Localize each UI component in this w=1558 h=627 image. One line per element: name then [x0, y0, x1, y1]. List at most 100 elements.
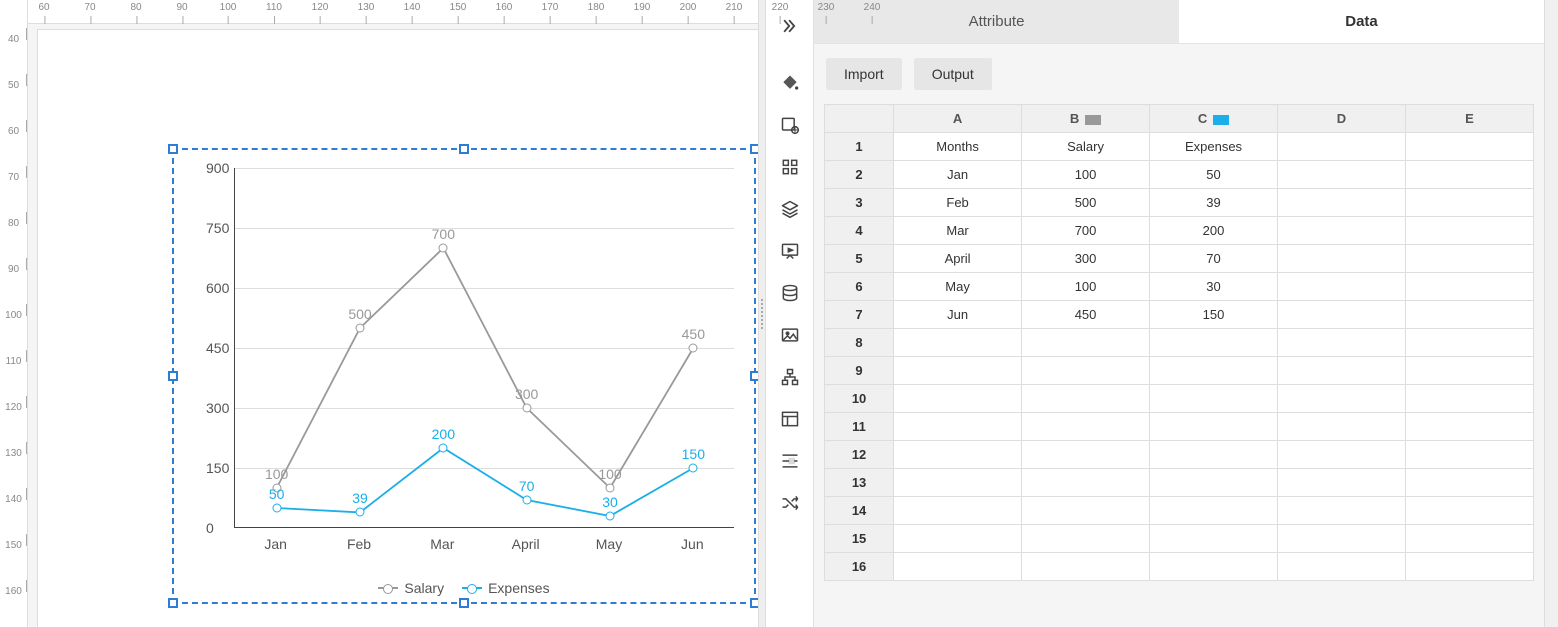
sheet-cell[interactable]: Months	[894, 133, 1022, 161]
presentation-icon[interactable]	[770, 231, 810, 271]
sheet-cell[interactable]	[1405, 133, 1533, 161]
sheet-cell[interactable]	[1405, 189, 1533, 217]
panel-icon[interactable]	[770, 399, 810, 439]
design-canvas[interactable]: 10050070030010045050392007030150 Salary …	[28, 24, 758, 627]
sheet-cell[interactable]	[1405, 441, 1533, 469]
sheet-cell[interactable]	[1150, 357, 1278, 385]
sheet-cell[interactable]	[1022, 525, 1150, 553]
layers-icon[interactable]	[770, 189, 810, 229]
sheet-row-header[interactable]: 1	[825, 133, 894, 161]
sheet-cell[interactable]: April	[894, 245, 1022, 273]
sheet-cell[interactable]: 200	[1150, 217, 1278, 245]
sheet-cell[interactable]	[1278, 273, 1406, 301]
sheet-cell[interactable]	[894, 525, 1022, 553]
sheet-cell[interactable]	[1278, 133, 1406, 161]
sheet-cell[interactable]	[1405, 329, 1533, 357]
sheet-col-header[interactable]: B	[1022, 105, 1150, 133]
sheet-cell[interactable]: Feb	[894, 189, 1022, 217]
sheet-row-header[interactable]: 16	[825, 553, 894, 581]
sheet-cell[interactable]	[1150, 553, 1278, 581]
sheet-row-header[interactable]: 10	[825, 385, 894, 413]
sheet-cell[interactable]	[894, 357, 1022, 385]
sheet-cell[interactable]	[1150, 329, 1278, 357]
sheet-cell[interactable]	[1022, 413, 1150, 441]
sheet-cell[interactable]	[1022, 329, 1150, 357]
sheet-cell[interactable]	[1405, 301, 1533, 329]
sheet-cell[interactable]: 700	[1022, 217, 1150, 245]
sheet-cell[interactable]: Expenses	[1150, 133, 1278, 161]
grid-icon[interactable]	[770, 147, 810, 187]
sheet-cell[interactable]: 450	[1022, 301, 1150, 329]
spreadsheet-wrap[interactable]: ABCDE1MonthsSalaryExpenses2Jan100503Feb5…	[814, 104, 1544, 627]
database-icon[interactable]	[770, 273, 810, 313]
sheet-cell[interactable]	[1150, 525, 1278, 553]
sheet-cell[interactable]: 300	[1022, 245, 1150, 273]
sheet-cell[interactable]	[1405, 385, 1533, 413]
sheet-cell[interactable]	[1405, 245, 1533, 273]
sheet-cell[interactable]	[1278, 469, 1406, 497]
sheet-row-header[interactable]: 11	[825, 413, 894, 441]
sheet-row-header[interactable]: 7	[825, 301, 894, 329]
sheet-cell[interactable]	[894, 441, 1022, 469]
fill-icon[interactable]	[770, 63, 810, 103]
sheet-cell[interactable]	[1405, 161, 1533, 189]
sheet-cell[interactable]	[1405, 273, 1533, 301]
sheet-row-header[interactable]: 6	[825, 273, 894, 301]
sheet-row-header[interactable]: 8	[825, 329, 894, 357]
sheet-col-header[interactable]: C	[1150, 105, 1278, 133]
sheet-cell[interactable]	[1278, 357, 1406, 385]
sheet-cell[interactable]	[1405, 553, 1533, 581]
sheet-cell[interactable]	[894, 497, 1022, 525]
sheet-cell[interactable]	[1278, 217, 1406, 245]
spreadsheet[interactable]: ABCDE1MonthsSalaryExpenses2Jan100503Feb5…	[824, 104, 1534, 581]
sheet-cell[interactable]	[1278, 189, 1406, 217]
sheet-cell[interactable]	[894, 553, 1022, 581]
sheet-cell[interactable]	[1278, 329, 1406, 357]
sheet-row-header[interactable]: 5	[825, 245, 894, 273]
sheet-cell[interactable]	[1278, 525, 1406, 553]
component-settings-icon[interactable]	[770, 105, 810, 145]
sheet-cell[interactable]	[1150, 385, 1278, 413]
sheet-cell[interactable]	[1150, 469, 1278, 497]
sheet-cell[interactable]	[1278, 497, 1406, 525]
output-button[interactable]: Output	[914, 58, 992, 90]
tab-data[interactable]: Data	[1179, 0, 1544, 43]
sheet-cell[interactable]	[1278, 413, 1406, 441]
sheet-cell[interactable]	[894, 329, 1022, 357]
import-button[interactable]: Import	[826, 58, 902, 90]
sheet-cell[interactable]	[894, 413, 1022, 441]
sheet-cell[interactable]: Salary	[1022, 133, 1150, 161]
sheet-cell[interactable]: 100	[1022, 273, 1150, 301]
sheet-cell[interactable]: Jan	[894, 161, 1022, 189]
sheet-cell[interactable]	[1278, 441, 1406, 469]
sheet-cell[interactable]	[1150, 497, 1278, 525]
sheet-cell[interactable]	[1405, 413, 1533, 441]
sheet-cell[interactable]	[1022, 357, 1150, 385]
sheet-cell[interactable]	[1022, 497, 1150, 525]
chart-selection-box[interactable]: 10050070030010045050392007030150 Salary …	[172, 148, 756, 604]
sheet-cell[interactable]	[1278, 385, 1406, 413]
sheet-cell[interactable]	[894, 385, 1022, 413]
sheet-cell[interactable]	[1022, 469, 1150, 497]
sheet-cell[interactable]: Jun	[894, 301, 1022, 329]
sitemap-icon[interactable]	[770, 357, 810, 397]
sheet-row-header[interactable]: 3	[825, 189, 894, 217]
sheet-cell[interactable]	[1150, 441, 1278, 469]
sheet-col-header[interactable]: E	[1405, 105, 1533, 133]
sheet-cell[interactable]	[1405, 469, 1533, 497]
sheet-row-header[interactable]: 13	[825, 469, 894, 497]
align-icon[interactable]	[770, 441, 810, 481]
sheet-cell[interactable]	[1405, 357, 1533, 385]
sheet-cell[interactable]	[1150, 413, 1278, 441]
sheet-cell[interactable]	[1405, 525, 1533, 553]
image-icon[interactable]	[770, 315, 810, 355]
splitter[interactable]	[758, 0, 766, 627]
sheet-row-header[interactable]: 9	[825, 357, 894, 385]
sheet-cell[interactable]: 39	[1150, 189, 1278, 217]
sheet-row-header[interactable]: 12	[825, 441, 894, 469]
vertical-scrollbar[interactable]	[1544, 0, 1558, 627]
sheet-row-header[interactable]: 14	[825, 497, 894, 525]
sheet-cell[interactable]	[1405, 497, 1533, 525]
sheet-cell[interactable]	[1022, 441, 1150, 469]
sheet-row-header[interactable]: 2	[825, 161, 894, 189]
